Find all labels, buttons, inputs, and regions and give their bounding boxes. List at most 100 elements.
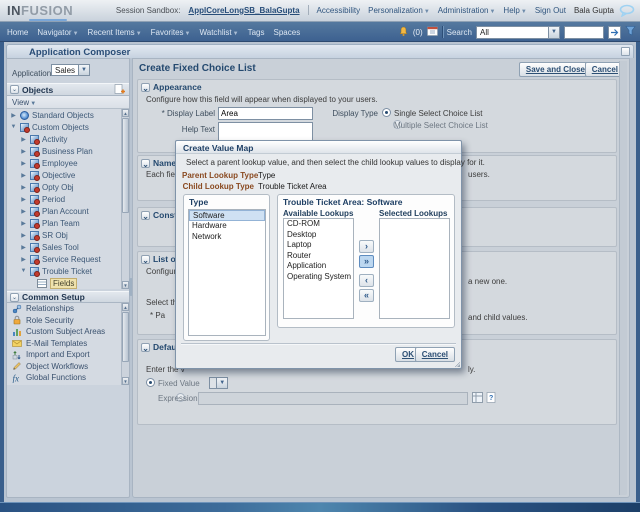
name-section-header[interactable]: Name	[141, 158, 176, 168]
nav-home[interactable]: Home	[7, 28, 28, 37]
personalization-menu[interactable]: Personalization▼	[368, 6, 430, 15]
expand-icon[interactable]: ▶	[20, 148, 27, 155]
lookup-item[interactable]: Application	[284, 261, 353, 272]
expression-input[interactable]	[198, 392, 468, 405]
common-setup-header[interactable]: Common Setup	[7, 291, 129, 303]
common-setup-item-custom-subject-areas[interactable]: Custom Subject Areas	[7, 326, 129, 338]
objects-panel-header[interactable]: Objects	[7, 83, 129, 96]
search-go-button[interactable]	[608, 26, 621, 39]
scroll-down-icon[interactable]: ▼	[122, 377, 129, 385]
tree-node-sales-tool[interactable]: ▶ Sales Tool	[7, 241, 129, 253]
nav-recent-items[interactable]: Recent Items▼	[88, 28, 142, 37]
tree-node-period[interactable]: ▶ Period	[7, 193, 129, 205]
expand-icon[interactable]: ▶	[20, 172, 27, 179]
help-menu[interactable]: Help▼	[503, 6, 526, 15]
application-select[interactable]: Sales ▼	[51, 64, 90, 76]
scroll-down-icon[interactable]: ▼	[122, 281, 129, 289]
collapse-section-icon[interactable]	[141, 211, 150, 220]
panel-collapse-button[interactable]	[621, 47, 630, 56]
tree-node-opty-obj[interactable]: ▶ Opty Obj	[7, 181, 129, 193]
type-option-network[interactable]: Network	[189, 232, 265, 243]
tree-node-service-request[interactable]: ▶ Service Request	[7, 253, 129, 265]
help-icon[interactable]: ?	[486, 392, 497, 405]
tree-node-custom-objects[interactable]: ▼ Custom Objects	[7, 121, 129, 133]
expand-icon[interactable]: ▶	[20, 232, 27, 239]
nav-tags[interactable]: Tags	[248, 28, 265, 37]
tree-node-trouble-ticket[interactable]: ▼ Trouble Ticket	[7, 265, 129, 277]
expand-icon[interactable]: ▶	[20, 136, 27, 143]
nav-navigator[interactable]: Navigator▼	[37, 28, 78, 37]
expand-icon[interactable]: ▶	[20, 184, 27, 191]
tree-node-business-plan[interactable]: ▶ Business Plan	[7, 145, 129, 157]
collapse-section-icon[interactable]	[141, 255, 150, 264]
main-scrollbar-track[interactable]	[619, 61, 627, 495]
tree-node-sr-obj[interactable]: ▶ SR Obj	[7, 229, 129, 241]
move-all-button[interactable]: »	[359, 255, 374, 268]
dialog-titlebar[interactable]: Create Value Map	[176, 141, 461, 154]
list-scrollbar[interactable]: ▲ ▼	[121, 303, 129, 385]
expand-icon[interactable]: ▶	[20, 208, 27, 215]
tree-scrollbar[interactable]: ▲ ▼	[121, 109, 129, 289]
save-and-close-button[interactable]: Save and Close	[519, 62, 592, 77]
collapse-section-icon[interactable]	[10, 85, 19, 94]
scroll-up-icon[interactable]: ▲	[122, 303, 129, 311]
type-option-hardware[interactable]: Hardware	[189, 221, 265, 232]
tree-node-activity[interactable]: ▶ Activity	[7, 133, 129, 145]
tree-node-plan-account[interactable]: ▶ Plan Account	[7, 205, 129, 217]
selected-lookups-list[interactable]	[379, 218, 450, 319]
search-scope-select[interactable]: All ▼	[476, 26, 560, 39]
common-setup-item-relationships[interactable]: Relationships	[7, 303, 129, 315]
tree-node-standard-objects[interactable]: ▶ Standard Objects	[7, 109, 129, 121]
tree-node-fields[interactable]: Fields	[7, 277, 129, 289]
chat-icon[interactable]	[619, 4, 635, 19]
expand-icon[interactable]: ▶	[20, 256, 27, 263]
common-setup-item-role-security[interactable]: Role Security	[7, 315, 129, 327]
session-sandbox-link[interactable]: ApplCoreLongSB_BalaGupta	[188, 6, 299, 15]
nav-spaces[interactable]: Spaces	[274, 28, 301, 37]
common-setup-item-global-functions[interactable]: fx Global Functions	[7, 372, 129, 384]
expression-editor-icon[interactable]	[472, 392, 483, 405]
expand-icon[interactable]: ▶	[20, 220, 27, 227]
scrollbar-thumb[interactable]	[122, 118, 129, 213]
collapse-section-icon[interactable]	[10, 293, 19, 302]
common-setup-item-import-export[interactable]: Import and Export	[7, 349, 129, 361]
nav-favorites[interactable]: Favorites▼	[151, 28, 191, 37]
search-input[interactable]	[564, 26, 604, 39]
nav-watchlist[interactable]: Watchlist▼	[200, 28, 239, 37]
lookup-item[interactable]: Operating System	[284, 272, 353, 283]
tree-node-objective[interactable]: ▶ Objective	[7, 169, 129, 181]
single-select-radio[interactable]	[382, 108, 391, 117]
collapse-section-icon[interactable]	[141, 159, 150, 168]
type-option-software[interactable]: Software	[189, 210, 265, 221]
common-setup-item-email-templates[interactable]: E-Mail Templates	[7, 338, 129, 350]
resize-handle[interactable]	[454, 361, 460, 367]
scroll-up-icon[interactable]: ▲	[122, 109, 129, 117]
collapse-section-icon[interactable]	[141, 83, 150, 92]
remove-all-button[interactable]: «	[359, 289, 374, 302]
common-setup-item-object-workflows[interactable]: Object Workflows	[7, 361, 129, 373]
expand-icon[interactable]: ▶	[20, 160, 27, 167]
view-menu-button[interactable]: View▼	[12, 98, 36, 107]
lookup-item[interactable]: CD-ROM	[284, 219, 353, 230]
notifications-bell-icon[interactable]	[398, 26, 409, 39]
expand-icon[interactable]: ▶	[20, 244, 27, 251]
collapse-icon[interactable]: ▼	[10, 124, 17, 130]
collapse-icon[interactable]: ▼	[20, 268, 27, 274]
move-selected-button[interactable]: ›	[359, 240, 374, 253]
fixed-value-select[interactable]: ▼	[209, 377, 228, 389]
advanced-search-icon[interactable]	[625, 25, 636, 39]
remove-selected-button[interactable]: ‹	[359, 274, 374, 287]
expand-icon[interactable]: ▶	[10, 112, 17, 119]
tree-node-plan-team[interactable]: ▶ Plan Team	[7, 217, 129, 229]
administration-menu[interactable]: Administration▼	[438, 6, 496, 15]
dialog-cancel-button[interactable]: Cancel	[415, 347, 455, 362]
lookup-item[interactable]: Router	[284, 251, 353, 262]
tree-node-employee[interactable]: ▶ Employee	[7, 157, 129, 169]
lookup-item[interactable]: Laptop	[284, 240, 353, 251]
accessibility-link[interactable]: Accessibility	[317, 6, 361, 15]
lookup-item[interactable]: Desktop	[284, 230, 353, 241]
expand-icon[interactable]: ▶	[20, 196, 27, 203]
calendar-icon[interactable]	[427, 26, 438, 38]
scrollbar-thumb[interactable]	[122, 312, 129, 362]
appearance-section-header[interactable]: Appearance	[141, 82, 202, 92]
